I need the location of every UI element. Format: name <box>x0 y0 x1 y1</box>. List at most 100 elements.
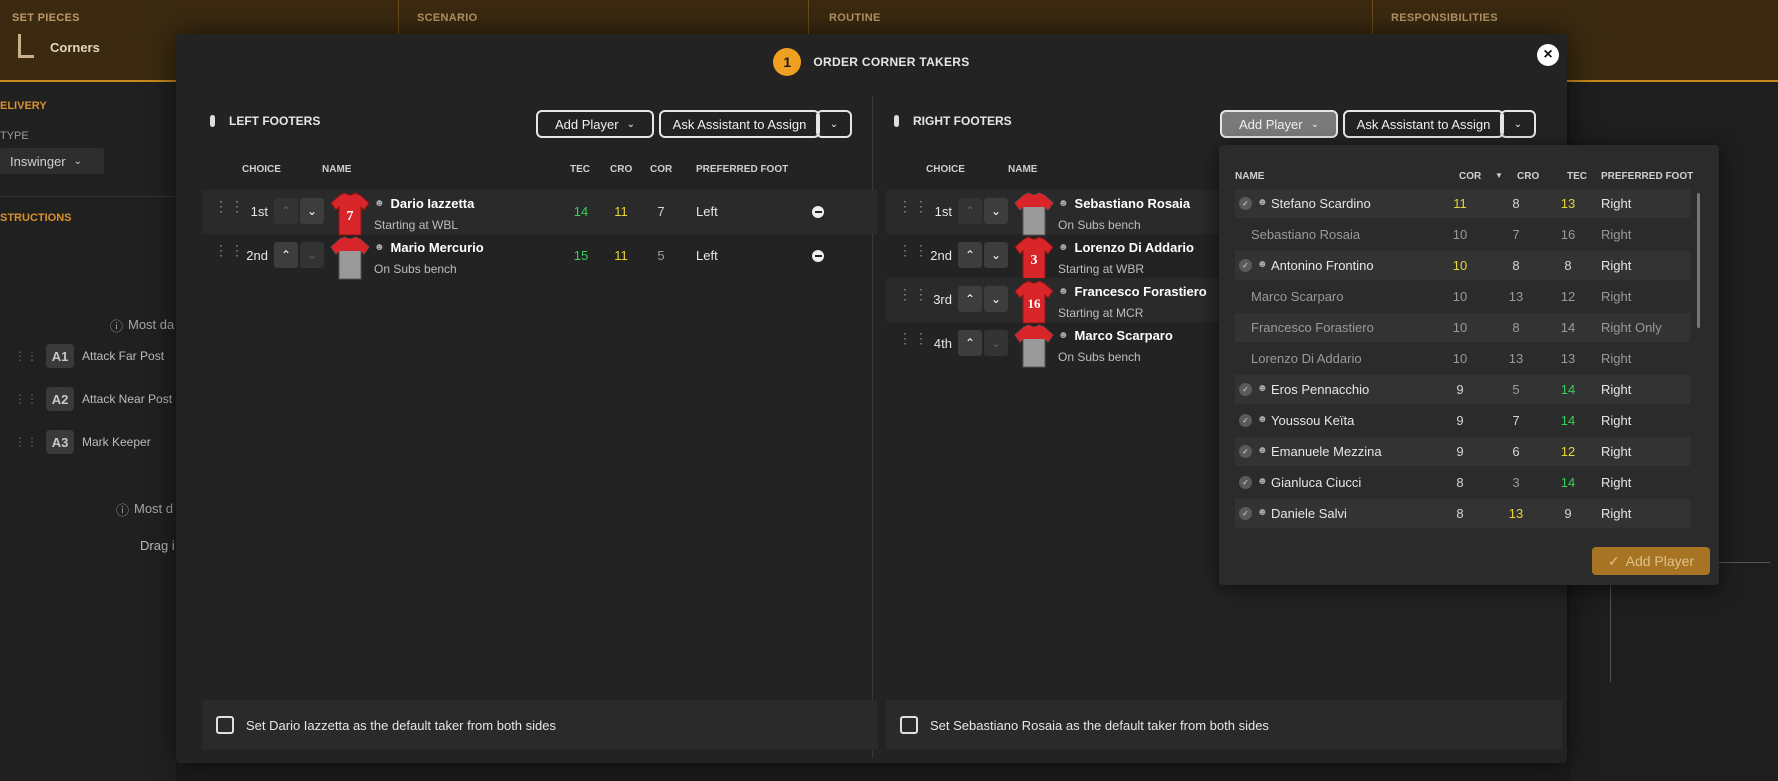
move-down-button[interactable]: ⌄ <box>984 286 1008 312</box>
move-down-button[interactable]: ⌄ <box>984 198 1008 224</box>
move-down-button[interactable]: ⌄ <box>984 330 1008 356</box>
move-up-button[interactable]: ⌃ <box>274 242 298 268</box>
move-up-button[interactable]: ⌃ <box>958 286 982 312</box>
set-pieces-value[interactable]: Corners <box>50 40 100 55</box>
cro-value: 11 <box>614 248 628 263</box>
col-choice[interactable]: CHOICE <box>926 164 965 175</box>
choice-order: 1st <box>250 204 268 219</box>
ask-assistant-label: Ask Assistant to Assign <box>672 116 807 132</box>
choice-order: 1st <box>934 204 952 219</box>
ask-assistant-dropdown[interactable]: ⌄ <box>816 110 852 138</box>
dropdown-row[interactable]: ✓ ☻ Gianluca Ciucci 8 3 14 Right <box>1235 468 1690 497</box>
drag-handle-icon[interactable]: ⋮⋮ <box>14 392 38 406</box>
dropdown-row[interactable]: ✓ ☻ Antonino Frontino 10 8 8 Right <box>1235 251 1690 280</box>
drag-handle-icon[interactable]: ⋮⋮ <box>214 243 244 264</box>
col-cor[interactable]: COR <box>650 164 672 175</box>
move-down-button[interactable]: ⌄ <box>984 242 1008 268</box>
dropdown-cor: 11 <box>1453 196 1467 211</box>
dropdown-row[interactable]: ✓ ☻ Emanuele Mezzina 9 6 12 Right <box>1235 437 1690 466</box>
dropdown-row[interactable]: ✓ ☻ Daniele Salvi 8 13 9 Right <box>1235 499 1690 528</box>
scenario-label: SCENARIO <box>417 12 478 24</box>
move-down-button[interactable]: ⌄ <box>300 242 324 268</box>
dropdown-player-name: Francesco Forastiero <box>1251 320 1374 335</box>
dd-col-preferred-foot[interactable]: PREFERRED FOOT <box>1601 171 1693 182</box>
dd-col-cor[interactable]: COR <box>1459 171 1481 182</box>
move-down-button[interactable]: ⌄ <box>300 198 324 224</box>
drag-handle-icon[interactable]: ⋮⋮ <box>898 287 928 308</box>
player-name[interactable]: ☻ Lorenzo Di Addario <box>1058 240 1194 255</box>
add-player-confirm-button[interactable]: ✓ Add Player <box>1592 547 1710 575</box>
add-player-button[interactable]: Add Player ⌄ <box>536 110 654 138</box>
player-name[interactable]: ☻ Sebastiano Rosaia <box>1058 196 1190 211</box>
move-up-button[interactable]: ⌃ <box>958 330 982 356</box>
col-name[interactable]: NAME <box>322 164 351 175</box>
add-player-button-right[interactable]: Add Player ⌄ <box>1220 110 1338 138</box>
player-name[interactable]: ☻ Francesco Forastiero <box>1058 284 1207 299</box>
ask-assistant-button-right[interactable]: Ask Assistant to Assign <box>1343 110 1504 138</box>
close-icon[interactable]: × <box>1537 44 1559 66</box>
dropdown-cor: 10 <box>1452 351 1468 366</box>
dropdown-tec: 13 <box>1560 351 1576 366</box>
dd-col-name[interactable]: NAME <box>1235 171 1264 182</box>
divider <box>0 196 176 197</box>
sort-desc-icon: ▼ <box>1495 171 1503 180</box>
dropdown-row[interactable]: ✓ ☻ Eros Pennacchio 9 5 14 Right <box>1235 375 1690 404</box>
table-row[interactable]: ⋮⋮ 1st ⌃ ⌄ 7 ☻ Dario Iazzetta Starting at… <box>202 190 878 236</box>
col-name[interactable]: NAME <box>1008 164 1037 175</box>
player-name[interactable]: ☻ Marco Scarparo <box>1058 328 1173 343</box>
dropdown-row: Lorenzo Di Addario 10 13 13 Right <box>1235 344 1690 373</box>
drag-handle-icon[interactable]: ⋮⋮ <box>214 199 244 220</box>
dropdown-tec: 16 <box>1560 227 1576 242</box>
player-name-text: Sebastiano Rosaia <box>1074 196 1191 211</box>
routine-row-a1[interactable]: ⋮⋮ A1 Attack Far Post <box>14 344 164 368</box>
dd-col-tec[interactable]: TEC <box>1567 171 1587 182</box>
dropdown-scrollbar[interactable] <box>1697 193 1700 328</box>
drag-handle-icon[interactable]: ⋮⋮ <box>898 243 928 264</box>
player-name[interactable]: ☻ Dario Iazzetta <box>374 196 474 211</box>
person-icon: ☻ <box>1058 242 1069 253</box>
dropdown-cor: 10 <box>1452 227 1468 242</box>
dropdown-row: Sebastiano Rosaia 10 7 16 Right <box>1235 220 1690 249</box>
col-preferred-foot[interactable]: PREFERRED FOOT <box>696 164 788 175</box>
col-tec[interactable]: TEC <box>570 164 590 175</box>
default-taker-option[interactable]: Set Dario Iazzetta as the default taker … <box>202 700 878 750</box>
red-shirt-icon: 7 <box>330 192 370 236</box>
ask-assistant-button[interactable]: Ask Assistant to Assign <box>659 110 820 138</box>
ask-assistant-dropdown-right[interactable]: ⌄ <box>1500 110 1536 138</box>
routine-row-a2[interactable]: ⋮⋮ A2 Attack Near Post <box>14 387 172 411</box>
dropdown-foot: Right <box>1601 382 1632 397</box>
remove-icon[interactable] <box>812 250 824 262</box>
dropdown-cro: 8 <box>1512 258 1520 273</box>
default-taker-checkbox[interactable] <box>216 716 234 734</box>
drag-handle-icon[interactable]: ⋮⋮ <box>898 199 928 220</box>
col-choice[interactable]: CHOICE <box>242 164 281 175</box>
move-up-button[interactable]: ⌃ <box>958 242 982 268</box>
drag-handle-icon[interactable]: ⋮⋮ <box>14 349 38 363</box>
drag-handle-icon[interactable]: ⋮⋮ <box>14 435 38 449</box>
add-player-label: Add Player <box>1239 116 1303 132</box>
dropdown-cro: 5 <box>1512 382 1520 397</box>
dropdown-cro: 13 <box>1508 289 1524 304</box>
drag-handle-icon[interactable]: ⋮⋮ <box>898 331 928 352</box>
default-taker-option-right[interactable]: Set Sebastiano Rosaia as the default tak… <box>886 700 1562 750</box>
move-up-button[interactable]: ⌃ <box>274 198 298 224</box>
dropdown-foot: Right <box>1601 227 1632 242</box>
dropdown-cor: 9 <box>1456 382 1464 397</box>
person-icon: ☻ <box>1257 476 1268 487</box>
tec-value: 15 <box>573 248 589 263</box>
remove-icon[interactable] <box>812 206 824 218</box>
dropdown-row[interactable]: ✓ ☻ Youssou Keïta 9 7 14 Right <box>1235 406 1690 435</box>
routine-row-a3[interactable]: ⋮⋮ A3 Mark Keeper <box>14 430 151 454</box>
player-name[interactable]: ☻ Mario Mercurio <box>374 240 484 255</box>
move-up-button[interactable]: ⌃ <box>958 198 982 224</box>
col-cro[interactable]: CRO <box>610 164 632 175</box>
routine-label: Attack Near Post <box>82 392 173 406</box>
dropdown-row[interactable]: ✓ ☻ Stefano Scardino 11 8 13 Right <box>1235 189 1690 218</box>
choice-order: 4th <box>933 336 952 351</box>
default-taker-checkbox[interactable] <box>900 716 918 734</box>
dd-col-cro[interactable]: CRO <box>1517 171 1539 182</box>
left-footers-panel: LEFT FOOTERS Add Player ⌄ Ask Assistant t… <box>202 96 878 758</box>
type-select[interactable]: Inswinger ⌄ <box>0 148 104 174</box>
type-value: Inswinger <box>10 153 66 169</box>
table-row[interactable]: ⋮⋮ 2nd ⌃ ⌄ ☻ Mario Mercurio On Subs bench… <box>202 234 878 280</box>
